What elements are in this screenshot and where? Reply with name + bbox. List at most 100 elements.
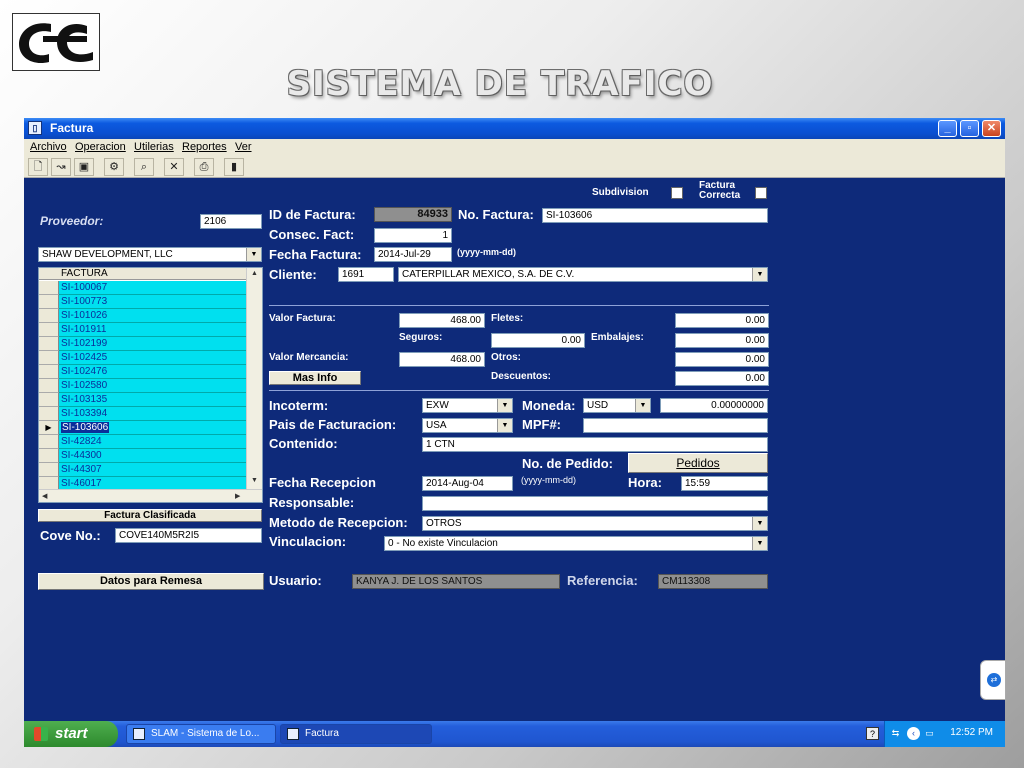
start-button[interactable]: start [24,721,118,747]
contenido-input[interactable]: 1 CTN [422,437,768,452]
row-selector[interactable] [39,407,59,421]
invoice-cell[interactable]: SI-103135 [59,393,246,407]
row-selector[interactable] [39,323,59,337]
table-row[interactable]: SI-102580 [39,379,246,393]
menu-ver[interactable]: Ver [235,141,252,153]
invoice-cell[interactable]: SI-103606 [59,421,246,435]
row-selector[interactable] [39,295,59,309]
hora-input[interactable]: 15:59 [681,476,768,491]
chevron-down-icon[interactable]: ▼ [752,517,767,530]
row-selector[interactable] [39,393,59,407]
settings-icon[interactable]: ⚙ [104,158,124,176]
task-slam[interactable]: SLAM - Sistema de Lo... [126,724,276,744]
maximize-button[interactable]: ▫ [960,120,979,137]
tipo-cambio-input[interactable]: 0.00000000 [660,398,768,413]
cliente-select[interactable]: CATERPILLAR MEXICO, S.A. DE C.V. ▼ [398,267,768,282]
table-row[interactable]: SI-102425 [39,351,246,365]
row-selector[interactable] [39,309,59,323]
invoice-cell[interactable]: SI-103394 [59,407,246,421]
consec-input[interactable]: 1 [374,228,452,243]
vertical-scrollbar[interactable]: ▲ ▼ [246,268,262,489]
invoice-cell[interactable]: SI-100773 [59,295,246,309]
invoice-cell[interactable]: SI-102476 [59,365,246,379]
scroll-right-icon[interactable]: ▶ [235,492,240,500]
invoice-cell[interactable]: SI-102199 [59,337,246,351]
table-row[interactable]: SI-101911 [39,323,246,337]
fecha-recepcion-input[interactable]: 2014-Aug-04 [422,476,513,491]
incoterm-select[interactable]: EXW ▼ [422,398,513,413]
scroll-down-icon[interactable]: ▼ [251,477,258,484]
proveedor-input[interactable]: 2106 [200,214,262,229]
save-icon[interactable]: ▣ [74,158,94,176]
network-icon[interactable]: ⇆ [889,727,902,740]
embalajes-input[interactable]: 0.00 [675,333,769,348]
valor-factura-input[interactable]: 468.00 [399,313,485,328]
row-selector[interactable] [39,365,59,379]
invoice-cell[interactable]: SI-100067 [59,281,246,295]
no-factura-input[interactable]: SI-103606 [542,208,768,223]
delete-icon[interactable]: ✕ [164,158,184,176]
chevron-down-icon[interactable]: ▼ [497,419,512,432]
scroll-left-icon[interactable]: ◀ [42,492,47,500]
chevron-down-icon[interactable]: ▼ [497,399,512,412]
factura-clasificada-button[interactable]: Factura Clasificada [38,509,262,522]
descuentos-input[interactable]: 0.00 [675,371,769,386]
table-row[interactable]: SI-103135 [39,393,246,407]
minimize-button[interactable]: _ [938,120,957,137]
menu-reportes[interactable]: Reportes [182,141,227,153]
factura-correcta-checkbox[interactable] [755,187,767,199]
invoice-cell[interactable]: SI-102580 [59,379,246,393]
open-icon[interactable]: ↝ [51,158,71,176]
scroll-up-icon[interactable]: ▲ [251,270,258,277]
invoice-cell[interactable]: SI-42824 [59,435,246,449]
table-row[interactable]: ▶ SI-103606 [39,421,246,435]
table-row[interactable]: SI-101026 [39,309,246,323]
invoice-cell[interactable]: SI-44307 [59,463,246,477]
proveedor-select[interactable]: SHAW DEVELOPMENT, LLC ▼ [38,247,262,262]
fecha-factura-input[interactable]: 2014-Jul-29 [374,247,452,262]
mas-info-button[interactable]: Mas Info [269,371,361,385]
menu-archivo[interactable]: Archivo [30,141,67,153]
menu-operacion[interactable]: Operacion [75,141,126,153]
row-selector[interactable] [39,463,59,477]
invoice-grid[interactable]: FACTURA SI-100067 SI-100773 SI-101026 SI-10… [38,267,263,503]
row-selector[interactable] [39,449,59,463]
menu-utilerias[interactable]: Utilerias [134,141,174,153]
row-pointer-icon[interactable]: ▶ [39,421,59,435]
datos-remesa-button[interactable]: Datos para Remesa [38,573,264,590]
task-factura[interactable]: Factura [280,724,432,744]
table-row[interactable]: SI-44300 [39,449,246,463]
row-selector[interactable] [39,379,59,393]
window-titlebar[interactable]: ▯ Factura _ ▫ ✕ [24,118,1005,139]
vinculacion-select[interactable]: 0 - No existe Vinculacion ▼ [384,536,768,551]
invoice-cell[interactable]: SI-44300 [59,449,246,463]
chevron-down-icon[interactable]: ▼ [752,268,767,281]
invoice-cell[interactable]: SI-102425 [59,351,246,365]
row-selector[interactable] [39,337,59,351]
teamviewer-icon[interactable]: ⇄ [980,660,1006,700]
help-icon[interactable]: ? [866,727,879,740]
close-button[interactable]: ✕ [982,120,1001,137]
valor-mercancia-input[interactable]: 468.00 [399,352,485,367]
chevron-down-icon[interactable]: ▼ [246,248,261,261]
table-row[interactable]: SI-42824 [39,435,246,449]
pedidos-button[interactable]: Pedidos [628,453,768,473]
moneda-select[interactable]: USD ▼ [583,398,651,413]
monitor-icon[interactable]: ▭ [923,727,936,740]
table-row[interactable]: SI-100773 [39,295,246,309]
table-row[interactable]: SI-102199 [39,337,246,351]
invoice-cell[interactable]: SI-101911 [59,323,246,337]
metodo-select[interactable]: OTROS ▼ [422,516,768,531]
responsable-input[interactable] [422,496,768,511]
row-selector[interactable] [39,351,59,365]
cliente-input[interactable]: 1691 [338,267,394,282]
print-icon[interactable]: ⎙ [194,158,214,176]
pais-select[interactable]: USA ▼ [422,418,513,433]
row-selector[interactable] [39,435,59,449]
mpf-input[interactable] [583,418,768,433]
chevron-down-icon[interactable]: ▼ [635,399,650,412]
table-row[interactable]: SI-103394 [39,407,246,421]
new-icon[interactable]: 🗋 [28,158,48,176]
fletes-input[interactable]: 0.00 [675,313,769,328]
exit-icon[interactable]: ▮ [224,158,244,176]
